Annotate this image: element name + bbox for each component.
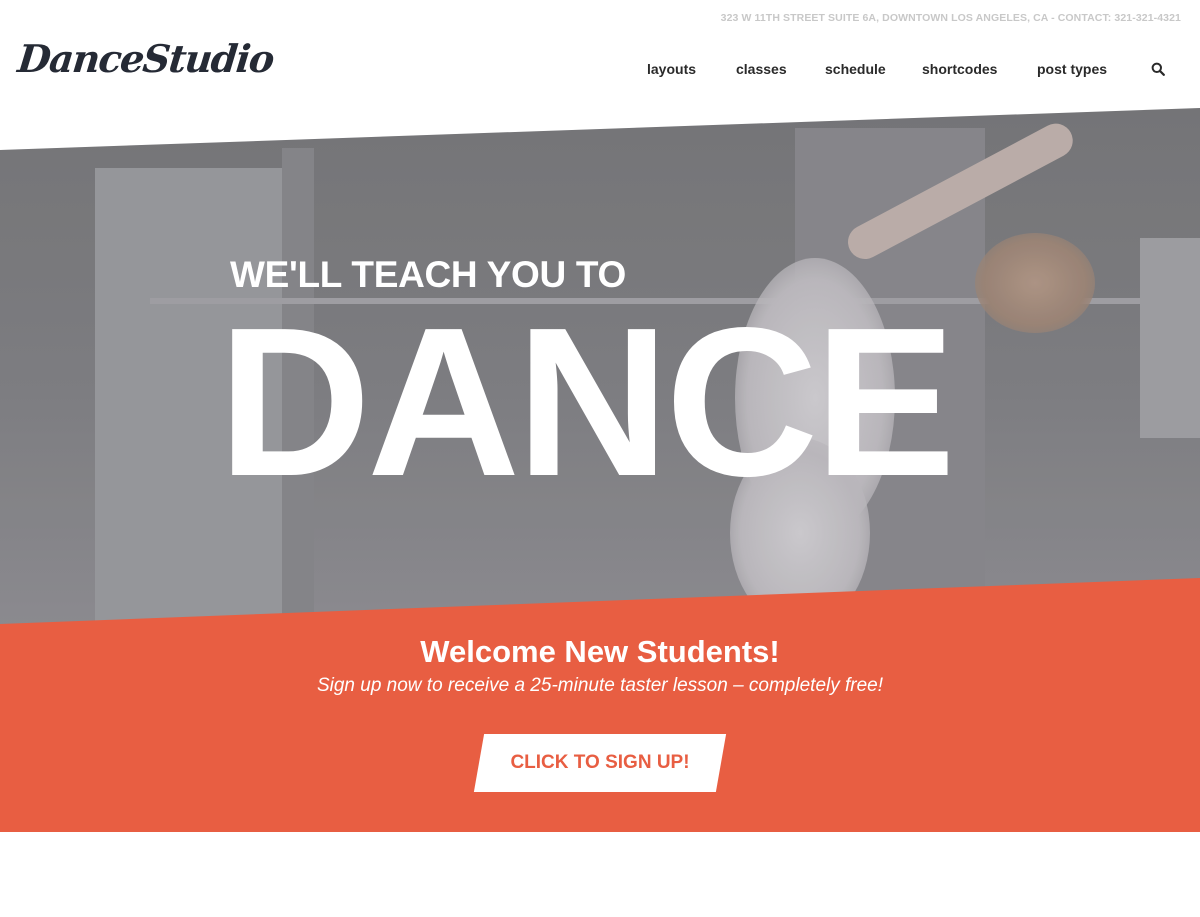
nav-item-label: schedule <box>825 61 886 77</box>
sign-up-button[interactable]: CLICK TO SIGN UP! <box>479 734 721 792</box>
hero-title: DANCE <box>218 283 956 520</box>
nav-item-label: classes <box>736 61 787 77</box>
welcome-subtitle: Sign up now to receive a 25-minute taste… <box>316 675 884 696</box>
nav-item-layouts[interactable]: layouts <box>647 55 696 83</box>
nav-item-home[interactable]: home <box>551 55 631 83</box>
nav-item-label: shortcodes <box>922 61 998 77</box>
nav-item-schedule[interactable]: schedule <box>825 55 886 83</box>
welcome-title: Welcome New Students! <box>420 634 780 669</box>
search-icon[interactable] <box>1151 62 1165 76</box>
nav-item-label: layouts <box>647 61 697 77</box>
sign-up-button-label: CLICK TO SIGN UP! <box>510 752 690 773</box>
topbar-contact: 323 W 11TH STREET SUITE 6A, DOWNTOWN LOS… <box>720 12 1181 24</box>
nav-item-post-types[interactable]: post types <box>1037 55 1107 83</box>
nav-item-label: post types <box>1037 61 1108 77</box>
nav-item-classes[interactable]: classes <box>736 55 787 83</box>
band-zigzag-edge <box>0 826 1200 834</box>
nav-item-label: home <box>572 61 610 77</box>
nav-item-shortcodes[interactable]: shortcodes <box>922 55 997 83</box>
main-nav: home layouts classes schedule shortcodes… <box>0 55 1200 83</box>
